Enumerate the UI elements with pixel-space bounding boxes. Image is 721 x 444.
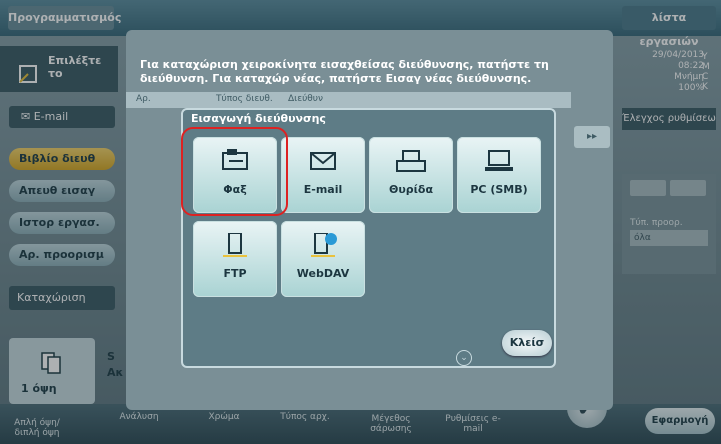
webdav-icon [311,233,337,257]
pc-icon [485,150,513,171]
option-pc-smb[interactable]: PC (SMB) [457,137,541,213]
col-number: Αρ. [136,94,151,104]
option-ftp-label: FTP [223,267,247,280]
dialog-title: Εισαγωγή διεύθυνσης [191,112,326,125]
option-box[interactable]: Θυρίδα [369,137,453,213]
box-icon [396,150,426,172]
col-type: Τύπος διευθ. [216,94,273,104]
close-button[interactable]: Κλείσ [502,330,552,356]
option-box-label: Θυρίδα [388,183,434,196]
address-table-header: Αρ. Τύπος διευθ. Διεύθυν [126,92,571,108]
option-webdav[interactable]: WebDAV [281,221,365,297]
instruction-text: Για καταχώριση χειροκίνητα εισαχθείσας δ… [140,58,549,85]
scroll-right-icon[interactable]: ▸▸ [574,126,610,148]
envelope-icon [310,152,336,170]
fax-highlight-marker [181,127,288,216]
option-pc-smb-label: PC (SMB) [470,183,528,196]
ftp-server-icon [223,233,247,257]
scroll-down-icon[interactable]: ⌄ [456,350,472,366]
col-address: Διεύθυν [288,94,324,104]
option-webdav-label: WebDAV [296,267,350,280]
option-email-label: E-mail [303,183,343,196]
option-email[interactable]: E-mail [281,137,365,213]
option-ftp[interactable]: FTP [193,221,277,297]
